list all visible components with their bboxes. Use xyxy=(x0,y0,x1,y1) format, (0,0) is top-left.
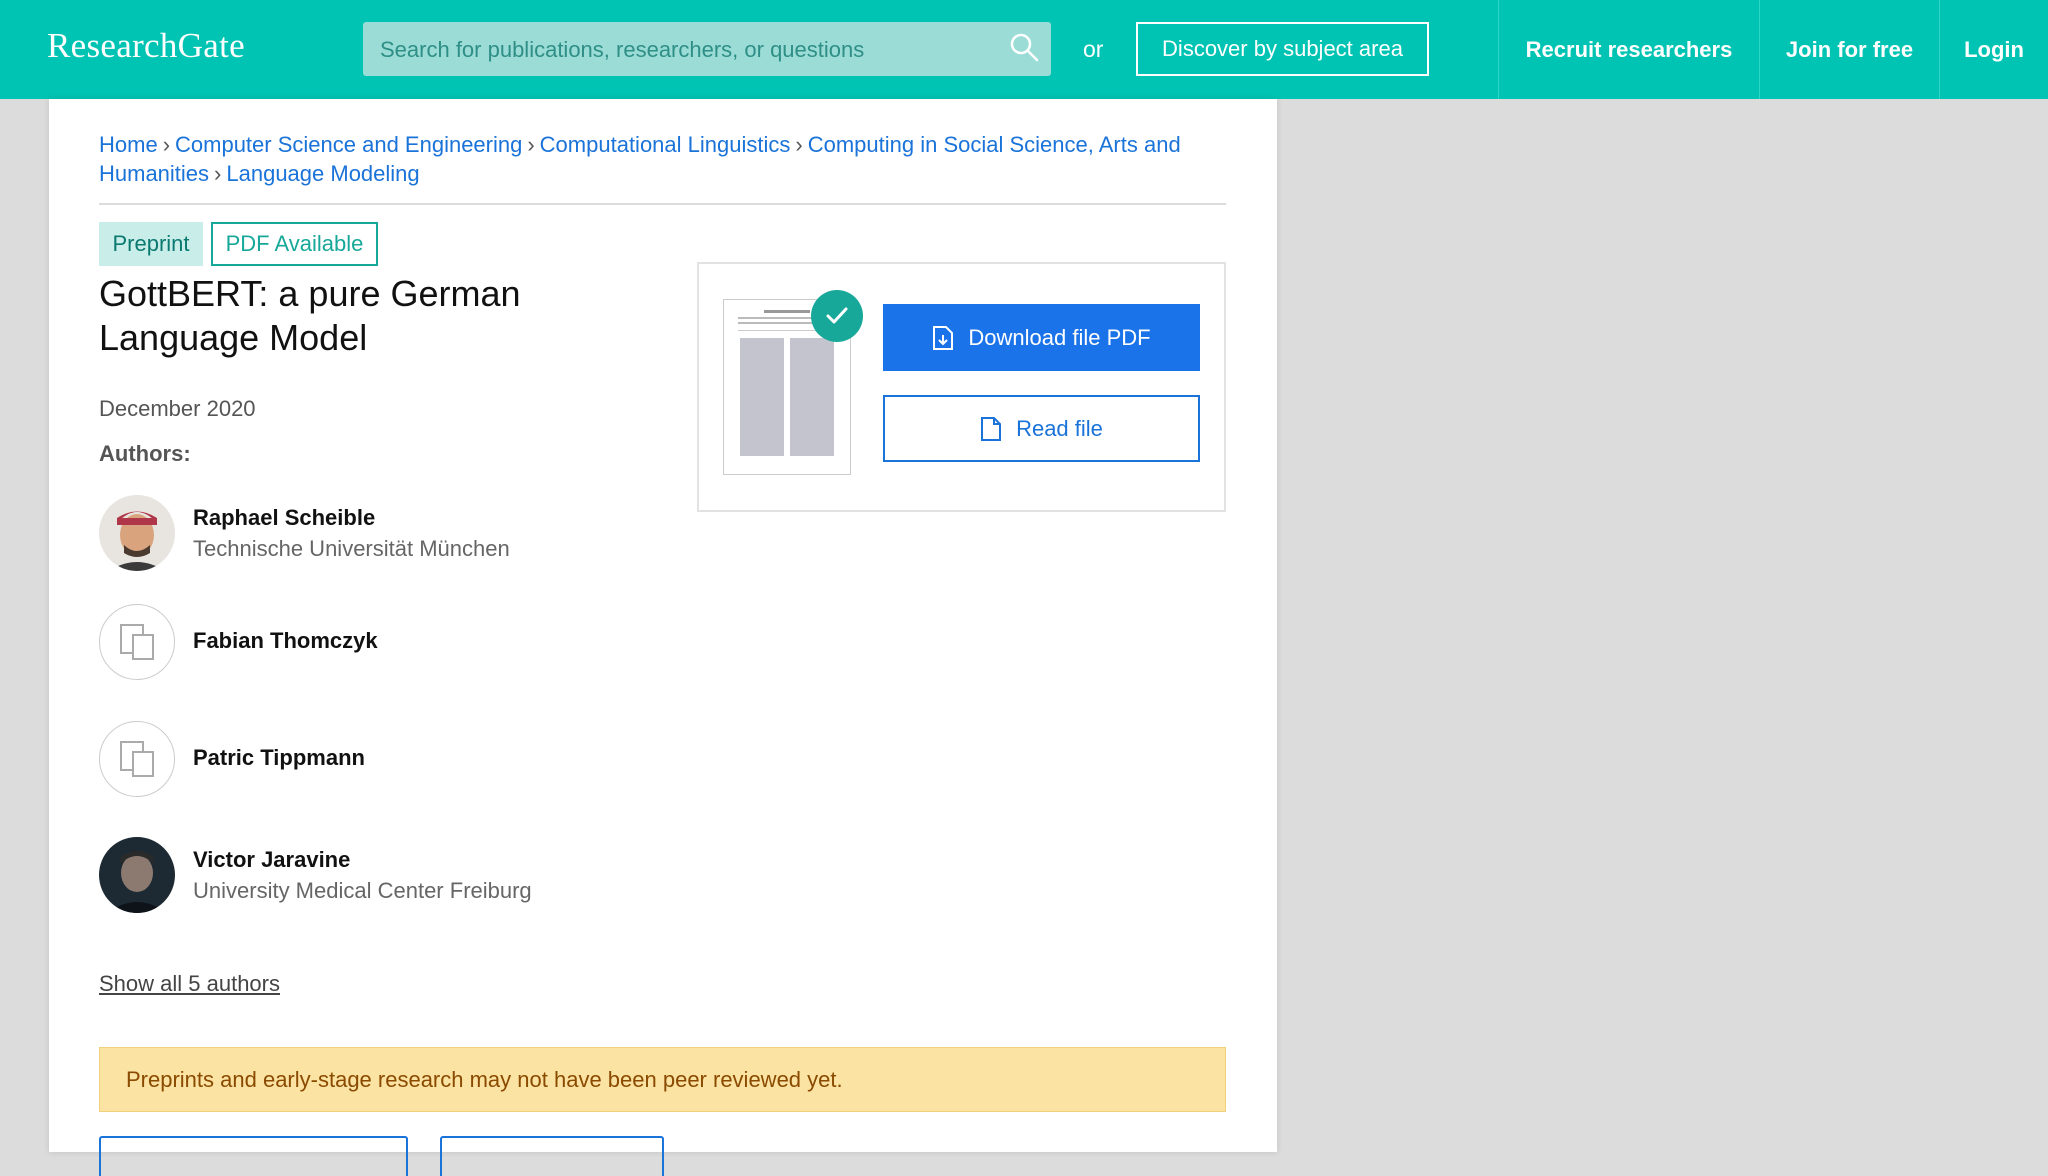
breadcrumb-language-modeling[interactable]: Language Modeling xyxy=(226,161,419,186)
breadcrumb-computational-linguistics[interactable]: Computational Linguistics xyxy=(540,132,791,157)
chevron-right-icon: › xyxy=(214,161,222,186)
chevron-right-icon: › xyxy=(795,132,803,157)
author-name[interactable]: Raphael Scheible xyxy=(193,505,375,531)
top-navigation-bar: ResearchGate Search for publications, re… xyxy=(0,0,2048,99)
avatar[interactable] xyxy=(99,495,175,571)
recruit-researchers-link[interactable]: Recruit researchers xyxy=(1498,0,1759,99)
preprint-badge: Preprint xyxy=(99,222,203,266)
download-pdf-button[interactable]: Download file PDF xyxy=(883,304,1200,371)
breadcrumb-computer-science[interactable]: Computer Science and Engineering xyxy=(175,132,522,157)
discover-by-subject-button[interactable]: Discover by subject area xyxy=(1136,22,1429,76)
pdf-available-badge: PDF Available xyxy=(211,222,378,266)
breadcrumb: Home › Computer Science and Engineering › Co… xyxy=(99,130,1229,188)
show-all-authors-link[interactable]: Show all 5 authors xyxy=(99,971,280,997)
file-icon xyxy=(981,416,1002,441)
page-title: GottBERT: a pure German Language Model xyxy=(99,273,521,358)
checkmark-icon xyxy=(811,290,863,342)
search-placeholder: Search for publications, researchers, or… xyxy=(380,37,865,62)
avatar[interactable] xyxy=(99,604,175,680)
download-pdf-label: Download file PDF xyxy=(968,324,1151,350)
avatar-placeholder-icon xyxy=(120,624,154,660)
avatar[interactable] xyxy=(99,837,175,913)
preprint-notice: Preprints and early-stage research may n… xyxy=(99,1047,1226,1112)
breadcrumb-home[interactable]: Home xyxy=(99,132,158,157)
author-affiliation: University Medical Center Freiburg xyxy=(193,878,532,903)
read-file-button[interactable]: Read file xyxy=(883,395,1200,462)
author-name[interactable]: Victor Jaravine xyxy=(193,847,350,873)
publication-date: December 2020 xyxy=(99,396,256,421)
chevron-right-icon: › xyxy=(162,132,171,157)
action-button[interactable] xyxy=(99,1136,408,1176)
chevron-right-icon: › xyxy=(527,132,535,157)
author-affiliation: Technische Universität München xyxy=(193,536,510,561)
file-download-icon xyxy=(933,325,954,350)
researchgate-logo[interactable]: ResearchGate xyxy=(47,26,245,66)
author-photo-icon xyxy=(99,495,175,571)
author-name[interactable]: Patric Tippmann xyxy=(193,745,365,771)
avatar-placeholder-icon xyxy=(120,741,154,777)
read-file-label: Read file xyxy=(1016,415,1103,441)
or-label: or xyxy=(1083,36,1104,62)
author-photo-icon xyxy=(99,837,175,913)
divider xyxy=(99,203,1226,205)
search-icon[interactable] xyxy=(1007,30,1041,64)
authors-heading: Authors: xyxy=(99,441,191,466)
action-button[interactable] xyxy=(440,1136,664,1176)
author-name[interactable]: Fabian Thomczyk xyxy=(193,628,378,654)
avatar[interactable] xyxy=(99,721,175,797)
join-for-free-link[interactable]: Join for free xyxy=(1759,0,1939,99)
search-input[interactable]: Search for publications, researchers, or… xyxy=(363,22,1051,76)
login-link[interactable]: Login xyxy=(1939,0,2048,99)
